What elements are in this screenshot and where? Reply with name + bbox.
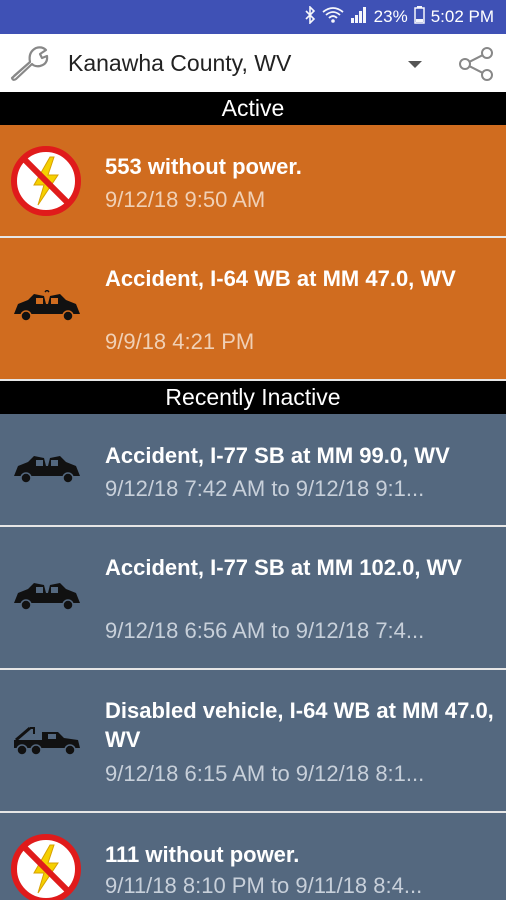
clock: 5:02 PM [430, 7, 494, 26]
list-item[interactable]: 553 without power. 9/12/18 9:50 AM [0, 125, 506, 238]
section-header-active: Active [0, 92, 506, 125]
item-title: Accident, I-77 SB at MM 102.0, WV [105, 555, 462, 580]
item-title: 111 without power. [105, 842, 300, 867]
list-item[interactable]: Accident, I-77 SB at MM 99.0, WV 9/12/18… [0, 414, 506, 527]
item-title: Accident, I-64 WB at MM 47.0, WV [105, 266, 456, 291]
location-selector[interactable]: Kanawha County, WV [68, 50, 291, 77]
no-power-icon [8, 831, 84, 900]
item-time: 9/12/18 6:56 AM to 9/12/18 7:4... [105, 618, 425, 643]
item-title: Accident, I-77 SB at MM 99.0, WV [105, 443, 450, 468]
battery-percent: 23% [373, 7, 408, 26]
item-time: 9/9/18 4:21 PM [105, 329, 255, 354]
list-item[interactable]: Accident, I-64 WB at MM 47.0, WV 9/9/18 … [0, 238, 506, 381]
share-icon[interactable] [456, 44, 496, 84]
car-crash-icon [14, 456, 80, 484]
battery-icon [413, 6, 425, 28]
car-crash-icon [14, 583, 80, 611]
dropdown-icon[interactable] [408, 61, 422, 68]
tow-truck-icon [14, 726, 80, 756]
wifi-icon [322, 6, 344, 28]
wrench-icon[interactable] [8, 42, 52, 86]
list-item[interactable]: 111 without power. 9/11/18 8:10 PM to 9/… [0, 813, 506, 900]
car-crash-icon [14, 290, 80, 322]
section-header-inactive: Recently Inactive [0, 381, 506, 414]
item-time: 9/12/18 7:42 AM to 9/12/18 9:1... [105, 476, 425, 501]
no-power-icon [8, 143, 84, 219]
item-title: Disabled vehicle, I-64 WB at MM 47.0, WV [105, 698, 494, 752]
list-item[interactable]: Disabled vehicle, I-64 WB at MM 47.0, WV… [0, 670, 506, 813]
app-bar: Kanawha County, WV [0, 34, 506, 92]
item-title: 553 without power. [105, 154, 302, 179]
item-time: 9/11/18 8:10 PM to 9/11/18 8:4... [105, 873, 423, 898]
signal-icon [350, 6, 368, 28]
bluetooth-icon [304, 5, 316, 28]
item-time: 9/12/18 9:50 AM [105, 187, 266, 212]
status-bar: 23% 5:02 PM [0, 0, 506, 34]
item-time: 9/12/18 6:15 AM to 9/12/18 8:1... [105, 761, 425, 786]
list-item[interactable]: Accident, I-77 SB at MM 102.0, WV 9/12/1… [0, 527, 506, 670]
